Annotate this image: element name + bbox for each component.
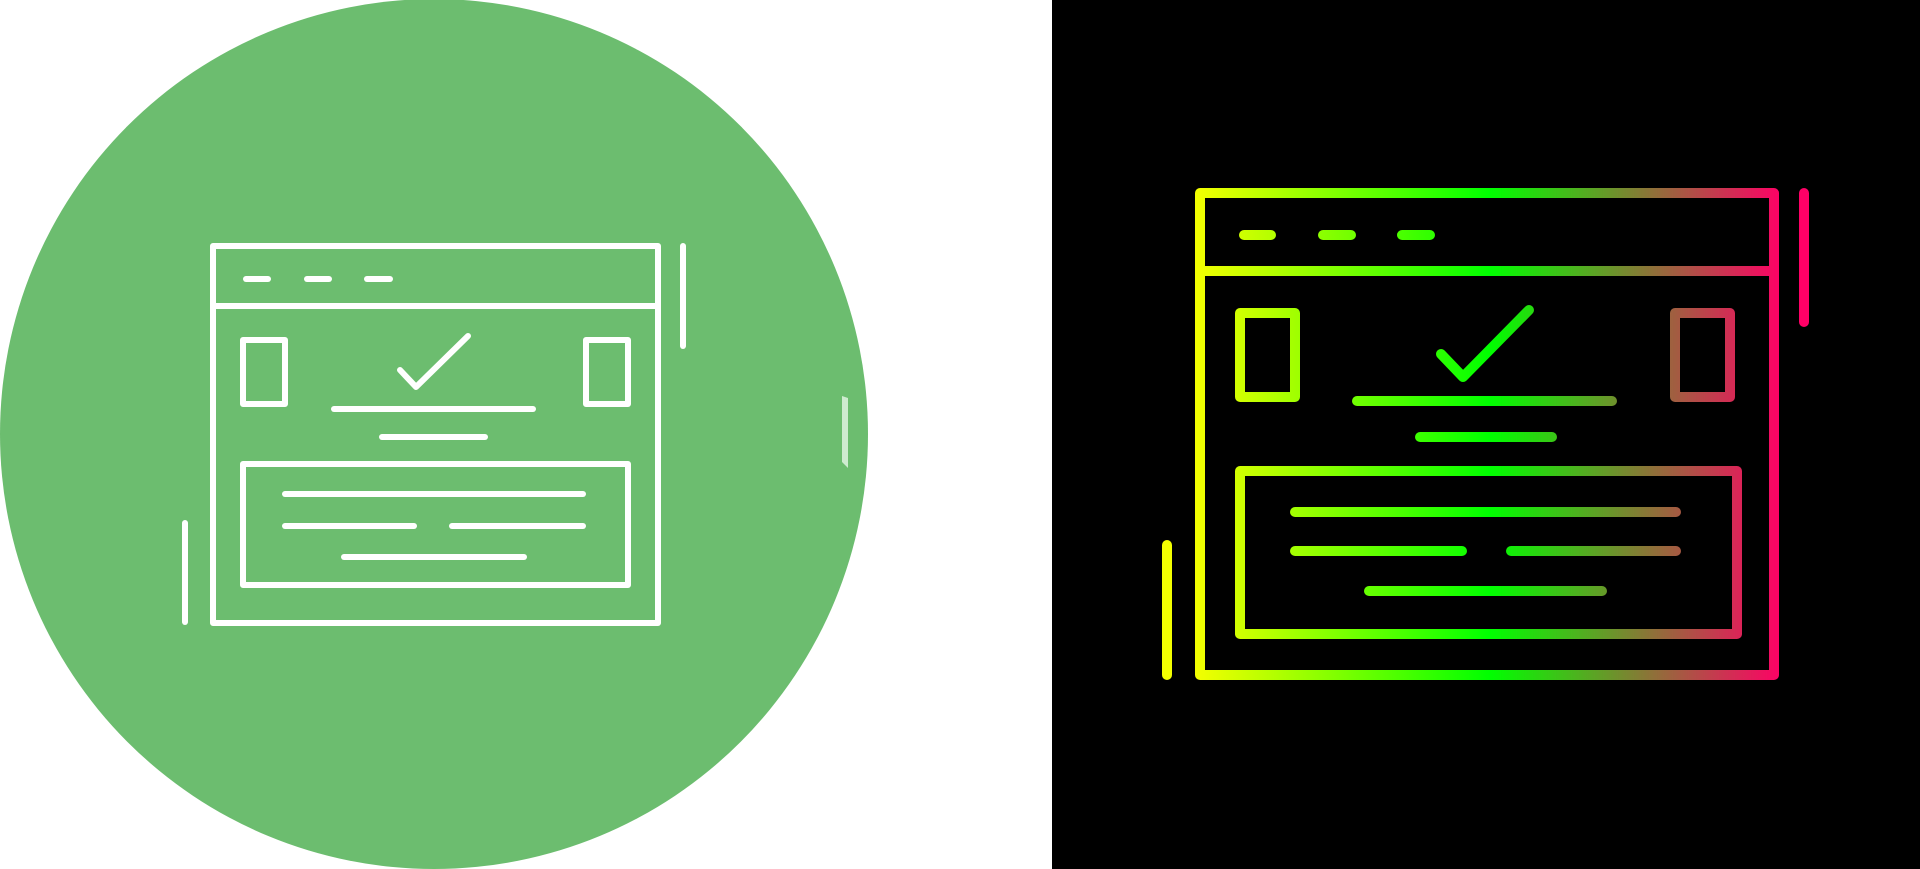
panel-green-circle-variant	[0, 0, 1052, 869]
circle-glare	[842, 396, 848, 468]
panel-gradient-variant	[1052, 0, 1920, 869]
icon-showcase	[0, 0, 1920, 869]
green-variant-canvas	[0, 0, 1052, 869]
gradient-variant-canvas	[1052, 0, 1920, 869]
